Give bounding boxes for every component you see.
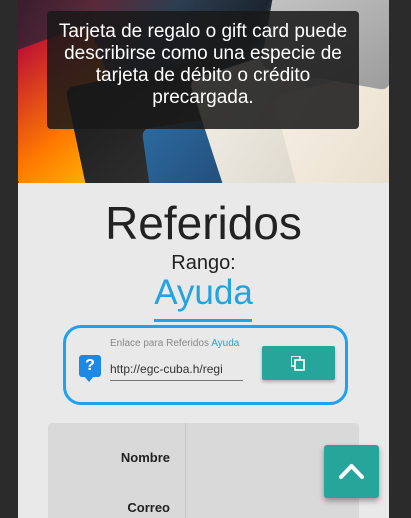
question-icon[interactable]: ? <box>79 355 101 382</box>
scroll-top-button[interactable] <box>324 445 379 498</box>
row-label-nombre: Nombre <box>120 450 170 465</box>
hero-image: Tarjeta de regalo o gift card puede desc… <box>18 0 389 183</box>
page-title: Referidos <box>105 197 302 249</box>
rango-value-link[interactable]: Ayuda <box>18 273 389 313</box>
user-info-table: Nombre Correo <box>48 423 359 518</box>
rango-label: Rango: <box>171 252 236 274</box>
referral-label-text: Enlace para Referidos <box>110 338 209 349</box>
referral-link-label: Enlace para Referidos Ayuda <box>110 338 239 349</box>
row-label-correo: Correo <box>127 500 170 515</box>
page: Tarjeta de regalo o gift card puede desc… <box>18 0 389 518</box>
copy-icon <box>291 356 305 371</box>
chevron-up-icon <box>339 464 364 479</box>
viewport-edge <box>389 0 411 518</box>
rango-underline <box>154 319 252 322</box>
referral-url-input[interactable] <box>110 357 243 381</box>
hero-caption: Tarjeta de regalo o gift card puede desc… <box>47 11 359 129</box>
copy-button[interactable] <box>262 346 335 380</box>
referral-help-link[interactable]: Ayuda <box>211 338 239 349</box>
table-divider <box>185 423 186 518</box>
